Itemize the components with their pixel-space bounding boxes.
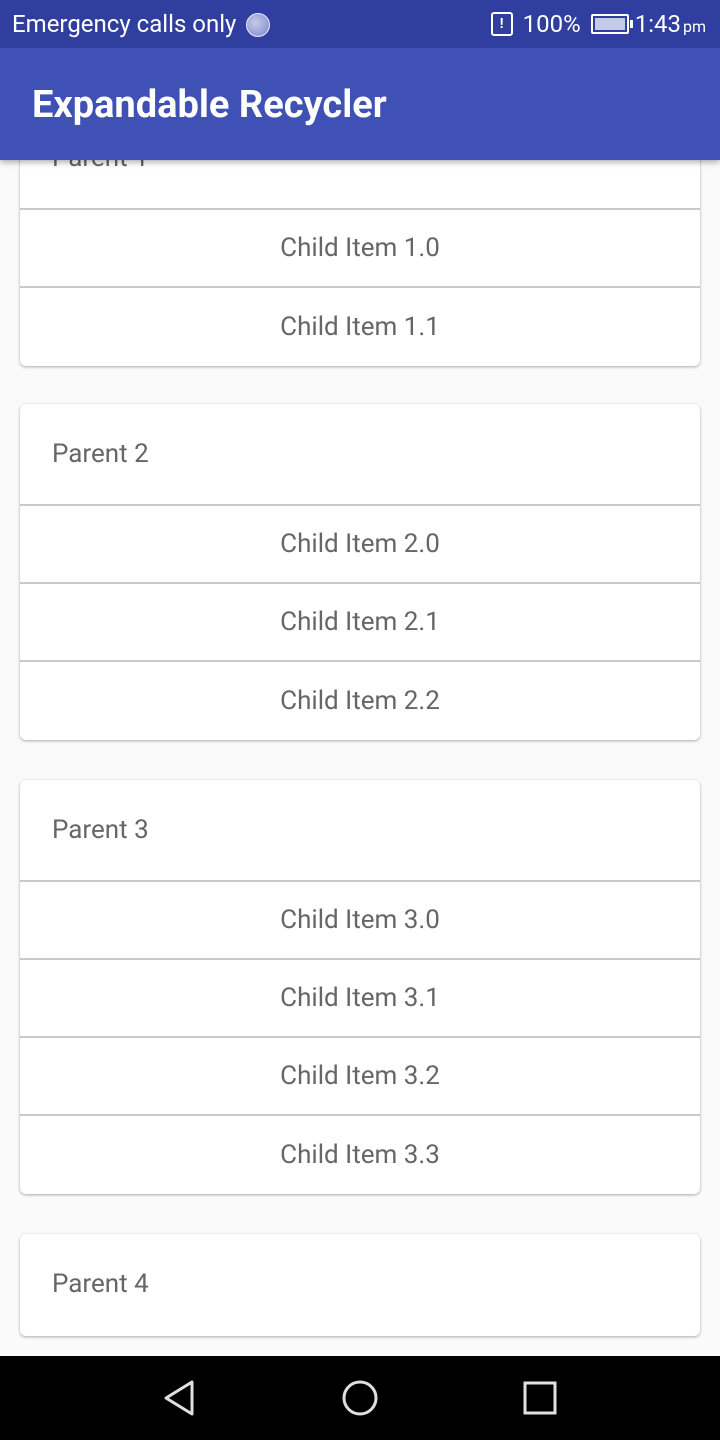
- child-row[interactable]: Child Item 2.0: [20, 506, 700, 584]
- child-row[interactable]: Child Item 3.0: [20, 882, 700, 960]
- parent-card-2: Parent 2 Child Item 2.0 Child Item 2.1 C…: [20, 404, 700, 740]
- child-row[interactable]: Child Item 2.1: [20, 584, 700, 662]
- parent-row-1[interactable]: Parent 1: [20, 160, 700, 210]
- parent-label: Parent 4: [52, 1269, 149, 1299]
- child-row[interactable]: Child Item 3.1: [20, 960, 700, 1038]
- clock: 1:43 pm: [635, 10, 706, 38]
- status-bar: Emergency calls only ! 100% 1:43 pm: [0, 0, 720, 48]
- status-right-group: ! 100% 1:43 pm: [490, 10, 706, 38]
- back-triangle-icon[interactable]: [158, 1376, 202, 1420]
- parent-card-1: Parent 1 Child Item 1.0 Child Item 1.1: [20, 160, 700, 366]
- parent-card-4: Parent 4: [20, 1234, 700, 1336]
- parent-row-2[interactable]: Parent 2: [20, 404, 700, 506]
- parent-row-4[interactable]: Parent 4: [20, 1234, 700, 1336]
- parent-label: Parent 1: [52, 160, 149, 174]
- clock-suffix: pm: [682, 17, 706, 36]
- child-row[interactable]: Child Item 1.1: [20, 288, 700, 366]
- app-title: Expandable Recycler: [32, 83, 387, 127]
- child-row[interactable]: Child Item 3.2: [20, 1038, 700, 1116]
- recents-square-icon[interactable]: [518, 1376, 562, 1420]
- clock-time: 1:43: [634, 10, 681, 38]
- parent-label: Parent 2: [52, 439, 149, 469]
- battery-charging-icon: [590, 14, 633, 34]
- child-row[interactable]: Child Item 2.2: [20, 662, 700, 740]
- sim-alert-icon: !: [490, 12, 513, 36]
- parent-label: Parent 3: [52, 815, 149, 845]
- navigation-bar: [0, 1356, 720, 1440]
- expandable-list[interactable]: Parent 1 Child Item 1.0 Child Item 1.1 P…: [0, 160, 720, 1356]
- loading-spinner-icon: [246, 13, 270, 37]
- child-row[interactable]: Child Item 3.3: [20, 1116, 700, 1194]
- carrier-status: Emergency calls only: [12, 10, 237, 38]
- app-bar: Expandable Recycler: [0, 48, 720, 160]
- child-row[interactable]: Child Item 1.0: [20, 210, 700, 288]
- parent-row-3[interactable]: Parent 3: [20, 780, 700, 882]
- home-circle-icon[interactable]: [338, 1376, 382, 1420]
- battery-percent: 100%: [522, 10, 581, 38]
- parent-card-3: Parent 3 Child Item 3.0 Child Item 3.1 C…: [20, 780, 700, 1194]
